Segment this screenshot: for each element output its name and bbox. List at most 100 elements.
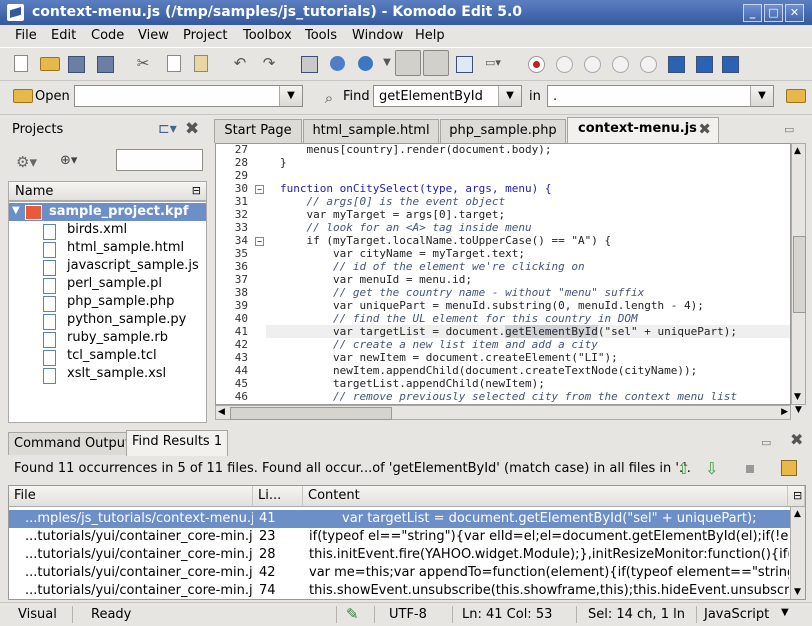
column-file[interactable]: File <box>9 486 253 507</box>
code-line[interactable]: // id of the element we're clicking on <box>280 260 585 273</box>
code-line[interactable]: // look for an <A> tag inside menu <box>280 221 531 234</box>
tab-find-results[interactable]: Find Results 1 <box>126 430 229 456</box>
chevron-down-icon[interactable]: ▼ <box>750 86 773 106</box>
code-line[interactable]: // args[0] is the event object <box>280 195 505 208</box>
editor-vertical-scrollbar[interactable]: ▲ ▼ <box>791 143 806 405</box>
minimize-button[interactable]: _ <box>743 4 762 22</box>
close-pane-icon[interactable]: ✖ <box>790 430 803 449</box>
stop-search-icon[interactable] <box>746 465 754 473</box>
redo-icon[interactable]: ↷ <box>260 54 278 72</box>
macro-icon[interactable]: ▭▾ <box>484 54 502 72</box>
project-filter-icon[interactable]: ⊏▾ <box>158 121 177 137</box>
komodo-app-icon[interactable] <box>7 4 24 21</box>
help-icon[interactable] <box>330 56 345 71</box>
tools-site-icon[interactable] <box>722 56 739 73</box>
title-bar[interactable]: context-menu.js (/tmp/samples/js_tutoria… <box>0 0 812 25</box>
code-line[interactable]: var myTarget = args[0].target; <box>280 208 505 221</box>
print-icon[interactable] <box>301 56 318 73</box>
chevron-down-icon[interactable]: ▼ <box>781 607 789 618</box>
table-row[interactable]: ...tutorials/yui/container_core-min.js 2… <box>9 528 790 546</box>
syntax-check-icon[interactable]: ✎ <box>346 605 359 623</box>
status-language[interactable]: JavaScript <box>704 607 769 622</box>
table-row[interactable]: ...tutorials/yui/container_core-min.js 2… <box>9 546 790 564</box>
menu-tools[interactable]: Tools <box>305 28 337 43</box>
chevron-down-icon[interactable]: ▼ <box>498 86 521 106</box>
next-result-icon[interactable]: ⇩ <box>705 459 718 478</box>
tab-context-menu[interactable]: context-menu.js ✖ <box>567 117 719 144</box>
menu-view[interactable]: View <box>138 28 169 43</box>
browser-preview-icon[interactable] <box>358 56 373 71</box>
chevron-down-icon[interactable]: ▼ <box>279 86 302 106</box>
project-search-input[interactable] <box>116 149 203 171</box>
project-root-label[interactable]: sample_project.kpf <box>49 204 189 219</box>
stop-macro-icon[interactable] <box>584 56 601 73</box>
tree-item-file[interactable]: tcl_sample.tcl <box>67 348 157 363</box>
komodo-site-icon[interactable] <box>696 56 713 73</box>
record-macro-icon[interactable] <box>528 56 545 73</box>
table-row[interactable]: ...tutorials/yui/container_core-min.js 7… <box>9 582 790 599</box>
code-line[interactable]: // create a new list item and add a city <box>280 338 598 351</box>
tab-command-output[interactable]: Command Output <box>8 432 137 455</box>
menu-project[interactable]: Project <box>183 28 227 43</box>
code-line[interactable]: newItem.appendChild(document.createTextN… <box>280 364 697 377</box>
close-window-button[interactable]: ✕ <box>785 4 804 22</box>
code-line[interactable]: } <box>280 156 287 169</box>
column-line[interactable]: Li... <box>253 486 303 507</box>
tab-html-sample[interactable]: html_sample.html <box>303 119 439 143</box>
fold-toggle-icon[interactable]: − <box>255 237 264 246</box>
code-line[interactable]: if (myTarget.localName.toUpperCase() == … <box>280 234 611 247</box>
code-line[interactable]: var cityName = myTarget.text; <box>280 247 525 260</box>
community-icon[interactable] <box>668 56 685 73</box>
table-row[interactable]: ...tutorials/yui/container_core-min.js 4… <box>9 564 790 582</box>
tree-item-file[interactable]: perl_sample.pl <box>67 276 162 291</box>
tree-item-file[interactable]: php_sample.php <box>67 294 174 309</box>
column-picker-icon[interactable]: ⊟ <box>192 184 201 197</box>
toggle-left-pane-icon[interactable] <box>395 50 421 76</box>
tree-item-file[interactable]: xslt_sample.xsl <box>67 366 166 381</box>
save-all-icon[interactable] <box>97 56 114 73</box>
code-line[interactable]: var menuId = menu.id; <box>280 273 472 286</box>
tree-item-file[interactable]: javascript_sample.js <box>67 258 199 273</box>
scroll-left-icon[interactable]: ◀ <box>218 407 225 417</box>
tree-item-file[interactable]: html_sample.html <box>67 240 184 255</box>
code-line[interactable]: // find the UL element for this country … <box>280 312 638 325</box>
previous-result-icon[interactable]: ⇧ <box>677 459 690 478</box>
column-picker-icon[interactable]: ⊟ <box>788 486 805 507</box>
menu-file[interactable]: File <box>15 28 37 43</box>
gear-icon[interactable]: ⚙▾ <box>16 153 37 171</box>
tab-start-page[interactable]: Start Page <box>214 119 302 143</box>
undo-icon[interactable]: ↶ <box>231 54 249 72</box>
maximize-button[interactable]: □ <box>764 4 783 22</box>
scroll-up-icon[interactable]: ▲ <box>794 509 801 519</box>
fold-margin[interactable]: − − <box>252 144 266 404</box>
tree-item-file[interactable]: python_sample.py <box>67 312 186 327</box>
code-line[interactable]: targetList.appendChild(newItem); <box>280 377 545 390</box>
fold-toggle-icon[interactable]: − <box>255 185 264 194</box>
save-icon[interactable] <box>68 56 85 73</box>
scroll-down-icon[interactable]: ▼ <box>791 405 806 420</box>
scroll-thumb[interactable] <box>230 407 392 420</box>
copy-icon[interactable] <box>167 55 181 72</box>
tree-item-file[interactable]: birds.xml <box>67 222 127 237</box>
status-encoding[interactable]: UTF-8 <box>389 607 427 622</box>
code-line[interactable]: // get the country name - without "menu"… <box>280 286 644 299</box>
scroll-right-icon[interactable]: ▶ <box>781 407 788 417</box>
play-macro-icon[interactable] <box>612 56 629 73</box>
find-input[interactable]: getElementById <box>379 89 483 104</box>
code-editor[interactable]: 27 28 29 30 31 32 33 34 35 36 37 38 39 40 41 42 43 44 45 46… <box>215 143 791 405</box>
menu-toolbox[interactable]: Toolbox <box>243 28 292 43</box>
pause-macro-icon[interactable] <box>556 56 573 73</box>
scroll-down-icon[interactable]: ▼ <box>794 587 801 597</box>
toggle-right-pane-icon[interactable] <box>456 56 473 73</box>
tab-php-sample[interactable]: php_sample.php <box>440 119 566 143</box>
open-combo[interactable]: ▼ <box>74 85 303 107</box>
tab-list-icon[interactable]: ▭ <box>761 436 771 449</box>
scroll-down-icon[interactable]: ▼ <box>794 392 801 402</box>
close-pane-icon[interactable]: ✖ <box>185 119 199 139</box>
browse-folder-icon[interactable] <box>786 89 806 103</box>
code-line[interactable]: // remove previously selected city from … <box>280 390 737 403</box>
paste-icon[interactable] <box>194 55 208 72</box>
tab-list-icon[interactable]: ▭ <box>784 123 794 136</box>
scroll-up-icon[interactable]: ▲ <box>794 146 801 156</box>
column-content[interactable]: Content <box>303 486 788 507</box>
